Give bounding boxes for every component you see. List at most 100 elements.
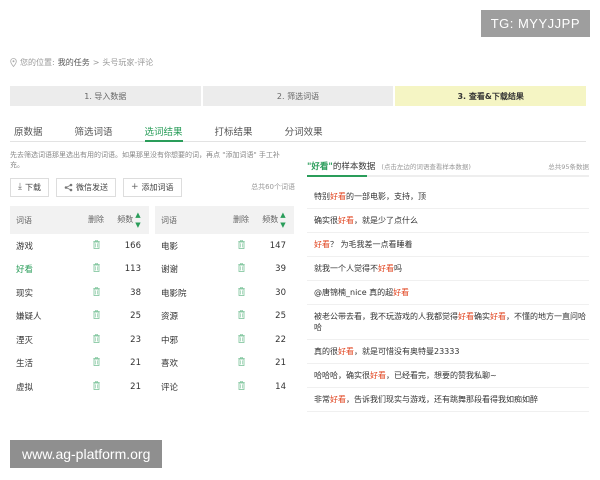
- col-frequency[interactable]: 频数 ▲ ▼: [109, 210, 149, 230]
- word-cell[interactable]: 资源: [155, 310, 228, 322]
- table-row[interactable]: 评论 14: [155, 375, 294, 399]
- sample-text: 就我一个人觉得不: [314, 264, 378, 273]
- trash-icon[interactable]: [92, 357, 100, 367]
- table-row[interactable]: 湮灭 23: [10, 328, 149, 352]
- frequency-cell: 147: [269, 240, 286, 251]
- breadcrumb-prefix: 您的位置:: [20, 58, 55, 67]
- step-import-data[interactable]: 1. 导入数据: [10, 86, 203, 106]
- table-row[interactable]: 资源 25: [155, 305, 294, 329]
- sample-text: 的一部电影，支持，顶: [346, 192, 426, 201]
- step-filter-words[interactable]: 2. 筛选词语: [202, 86, 396, 106]
- word-cell[interactable]: 电影院: [155, 287, 228, 299]
- word-cell[interactable]: 好看: [10, 263, 83, 275]
- sample-header-underline: [307, 175, 589, 177]
- download-button[interactable]: ⤓ 下载: [10, 177, 49, 197]
- frequency-cell: 38: [130, 287, 141, 298]
- word-cell[interactable]: 中邪: [155, 334, 228, 346]
- frequency-cell: 30: [275, 287, 286, 298]
- frequency-cell: 113: [124, 264, 141, 275]
- add-word-button[interactable]: + 添加词语: [122, 177, 182, 197]
- col-frequency[interactable]: 频数 ▲ ▼: [254, 210, 294, 230]
- keyword-highlight: 好看: [338, 347, 354, 356]
- intro-text: 先去筛选词语那里选出有用的词语。如果那里没有你想要的词，再点 "添加词语" 手工…: [10, 151, 280, 169]
- breadcrumb-my-tasks[interactable]: 我的任务: [58, 57, 90, 68]
- word-cell[interactable]: 生活: [10, 357, 83, 369]
- trash-icon[interactable]: [92, 333, 100, 343]
- word-cell[interactable]: 嫌疑人: [10, 310, 83, 322]
- table-row[interactable]: 嫌疑人 25: [10, 305, 149, 329]
- delete-cell: [83, 263, 109, 275]
- sample-list: 特别好看的一部电影，支持，顶 确实很好看，就是少了点什么 好看？ 为毛我差一点看睡着…: [307, 185, 589, 412]
- table-row[interactable]: 好看 113: [10, 258, 149, 282]
- keyword-highlight: 好看: [393, 288, 410, 297]
- keyword-highlight: 好看: [330, 395, 346, 404]
- table-row[interactable]: 虚拟 21: [10, 375, 149, 399]
- table-row[interactable]: 中邪 22: [155, 328, 294, 352]
- frequency-cell: 14: [275, 381, 286, 392]
- trash-icon[interactable]: [237, 286, 245, 296]
- tab-tag-results[interactable]: 打标结果: [215, 118, 253, 141]
- word-cell[interactable]: 评论: [155, 381, 228, 393]
- trash-icon[interactable]: [237, 380, 245, 390]
- trash-icon[interactable]: [237, 357, 245, 367]
- trash-icon[interactable]: [237, 333, 245, 343]
- frequency-cell: 22: [275, 334, 286, 345]
- keyword-highlight: 好看: [378, 264, 394, 273]
- delete-cell: [228, 333, 254, 346]
- tab-word-results[interactable]: 选词结果: [144, 118, 183, 142]
- sample-text: 确实: [474, 312, 490, 321]
- table-row[interactable]: 生活 21: [10, 352, 149, 376]
- col-word: 词语: [161, 215, 177, 225]
- breadcrumb-task: 头号玩家-评论: [102, 58, 154, 67]
- tab-segment-effect[interactable]: 分词效果: [285, 118, 323, 141]
- trash-icon[interactable]: [237, 310, 245, 320]
- trash-icon[interactable]: [237, 263, 245, 273]
- sample-keyword: "好看": [307, 162, 333, 172]
- delete-cell: [83, 310, 109, 322]
- table-row[interactable]: 现实 38: [10, 281, 149, 305]
- plus-icon: +: [130, 182, 139, 192]
- word-table-left: 词语 删除 频数 ▲ ▼ 游戏 166 好看 113 现实 38 嫌疑人 25 湮灭 23 生活 21 虚…: [10, 206, 149, 399]
- word-cell[interactable]: 虚拟: [10, 381, 83, 393]
- table-row[interactable]: 游戏 166: [10, 234, 149, 258]
- keyword-highlight: 好看: [370, 371, 386, 380]
- word-cell[interactable]: 电影: [155, 240, 228, 252]
- trash-icon[interactable]: [92, 263, 100, 273]
- sample-item: 真的很好看，就是可惜没有奥特曼23333: [307, 340, 589, 364]
- sample-item: 特别好看的一部电影，支持，顶: [307, 185, 589, 209]
- sample-text: ，就是可惜没有奥特曼23333: [354, 347, 460, 356]
- step-progress: 1. 导入数据 2. 筛选词语 3. 查看&下载结果: [10, 86, 587, 106]
- trash-icon[interactable]: [92, 310, 100, 320]
- share-icon: [64, 183, 73, 191]
- sample-note: (点击左边的词语查看样本数据): [381, 163, 471, 171]
- word-cell[interactable]: 谢谢: [155, 263, 228, 275]
- tab-filter-words[interactable]: 筛选词语: [75, 118, 113, 141]
- table-header: 词语 删除 频数 ▲ ▼: [155, 206, 294, 234]
- word-cell[interactable]: 游戏: [10, 240, 83, 252]
- sample-text: ，已经看完，想要的赞我私聊~: [386, 371, 497, 380]
- sample-text: 哈哈哈，确实很: [314, 371, 370, 380]
- word-cell[interactable]: 现实: [10, 287, 83, 299]
- table-row[interactable]: 电影 147: [155, 234, 294, 258]
- table-row[interactable]: 谢谢 39: [155, 258, 294, 282]
- sample-item: 就我一个人觉得不好看吗: [307, 257, 589, 281]
- trash-icon[interactable]: [92, 239, 100, 249]
- sample-text: ，告诉我们现实与游戏，还有跳舞那段看得我如痴如醉: [346, 395, 538, 404]
- sort-desc-icon[interactable]: ▲ ▼: [135, 210, 140, 230]
- sort-desc-icon[interactable]: ▲ ▼: [280, 210, 285, 230]
- trash-icon[interactable]: [92, 286, 100, 296]
- word-cell[interactable]: 湮灭: [10, 334, 83, 346]
- trash-icon[interactable]: [92, 380, 100, 390]
- wechat-send-button[interactable]: 微信发送: [55, 177, 116, 197]
- table-row[interactable]: 喜欢 21: [155, 352, 294, 376]
- delete-cell: [228, 310, 254, 322]
- sample-count: 总共95条数据: [548, 163, 589, 171]
- step-view-download[interactable]: 3. 查看&下载结果: [395, 86, 587, 106]
- delete-cell: [228, 263, 254, 275]
- sample-item: 确实很好看，就是少了点什么: [307, 209, 589, 233]
- word-cell[interactable]: 喜欢: [155, 357, 228, 369]
- table-row[interactable]: 电影院 30: [155, 281, 294, 305]
- tab-raw-data[interactable]: 原数据: [14, 118, 43, 141]
- trash-icon[interactable]: [237, 239, 245, 249]
- sample-text: 特别: [314, 192, 330, 201]
